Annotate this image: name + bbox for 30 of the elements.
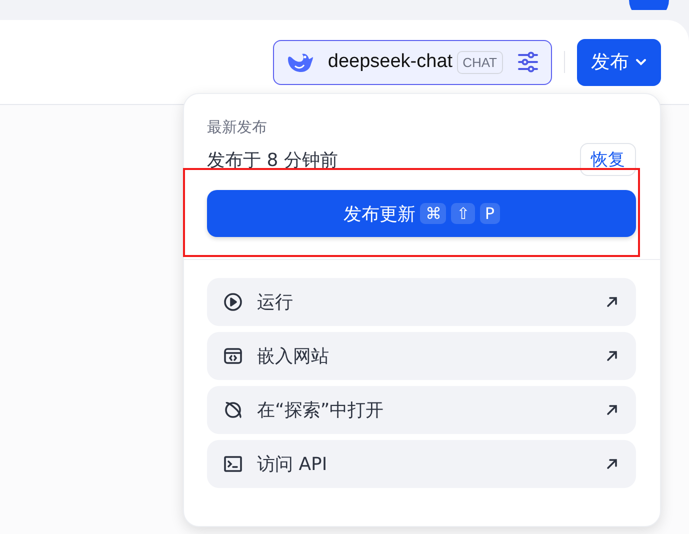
publish-button[interactable]: 发布 [577, 38, 661, 86]
publish-status: 发布于 8 分钟前 [207, 148, 338, 172]
menu-item-label: 嵌入网站 [257, 345, 330, 368]
model-name: deepseek-chat [328, 51, 453, 73]
menu-item[interactable]: 在“探索”中打开 [207, 386, 636, 434]
shortcut-key: ⌘ [420, 203, 446, 224]
terminal-icon [223, 454, 243, 474]
arrow-up-right-icon [606, 404, 618, 416]
arrow-up-right-icon [606, 458, 618, 470]
shortcut-key: ⇧ [451, 203, 475, 224]
menu-item-label: 运行 [257, 291, 294, 314]
section-title: 最新发布 [207, 118, 268, 137]
menu-item[interactable]: 嵌入网站 [207, 332, 636, 380]
code-window-icon [223, 346, 243, 366]
menu-item[interactable]: 运行 [207, 278, 636, 326]
model-selector[interactable]: deepseek-chat CHAT [272, 40, 552, 84]
avatar-icon[interactable] [629, 0, 669, 10]
arrow-up-right-icon [606, 350, 618, 362]
arrow-up-right-icon [606, 296, 618, 308]
play-icon [223, 292, 243, 312]
restore-button[interactable]: 恢复 [580, 143, 636, 176]
publish-update-button[interactable]: 发布更新 ⌘ ⇧ P [207, 190, 636, 237]
menu-item-label: 访问 API [257, 453, 328, 476]
model-tag: CHAT [456, 50, 503, 74]
chevron-down-icon [635, 58, 647, 66]
shortcut-key: P [480, 203, 500, 224]
planet-icon [223, 400, 243, 420]
menu-item-label: 在“探索”中打开 [257, 399, 385, 422]
menu-item[interactable]: 访问 API [207, 440, 636, 488]
settings-icon[interactable] [517, 51, 539, 73]
